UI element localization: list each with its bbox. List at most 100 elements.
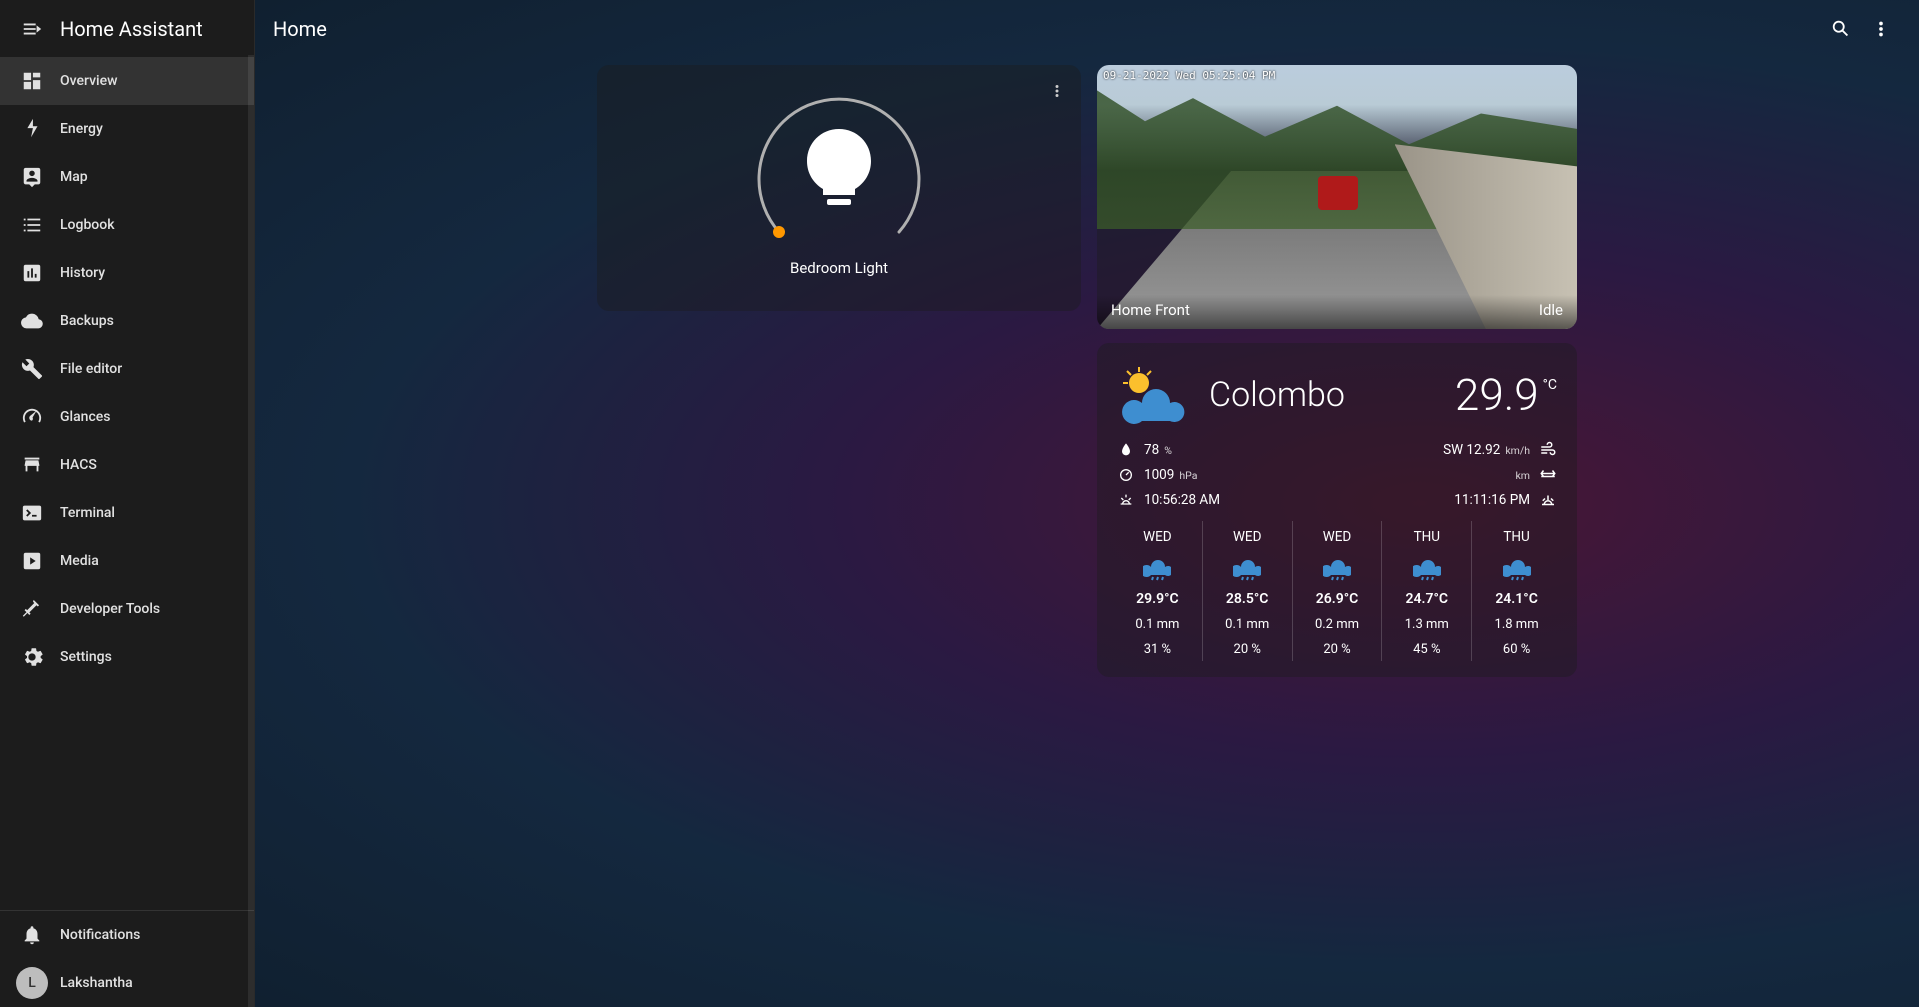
sidebar-item-media[interactable]: Media — [0, 537, 254, 585]
cog-icon — [12, 637, 52, 677]
forecast-day: WED — [1233, 529, 1262, 545]
weather-forecast: WED 29.9°C 0.1 mm 31 % WED 28.5°C 0.1 mm… — [1113, 521, 1561, 661]
sidebar-item-label: Developer Tools — [60, 601, 160, 617]
sidebar-item-overview[interactable]: Overview — [0, 57, 254, 105]
rain-icon — [1323, 555, 1351, 581]
user-avatar-initial: L — [16, 967, 48, 999]
weather-condition-icon — [1117, 365, 1191, 425]
sidebar-item-label: Media — [60, 553, 99, 569]
forecast-high: 26.9°C — [1316, 591, 1359, 607]
forecast-item: WED 26.9°C 0.2 mm 20 % — [1293, 521, 1383, 661]
sidebar-item-settings[interactable]: Settings — [0, 633, 254, 681]
sunrise-icon — [1117, 491, 1135, 509]
dots-vertical-icon — [1048, 82, 1066, 100]
sidebar-item-hacs[interactable]: HACS — [0, 441, 254, 489]
app-title: Home Assistant — [60, 17, 203, 41]
forecast-precip: 0.1 mm — [1135, 617, 1179, 632]
topbar: Home — [255, 0, 1919, 57]
user-name: Lakshantha — [60, 975, 133, 991]
card-menu-button[interactable] — [1041, 75, 1073, 107]
weather-humidity: 78% — [1117, 441, 1220, 459]
sidebar-item-label: Logbook — [60, 217, 115, 233]
weather-temperature-value: 29.9 — [1455, 369, 1539, 421]
search-button[interactable] — [1821, 9, 1861, 49]
sidebar-item-logbook[interactable]: Logbook — [0, 201, 254, 249]
sidebar-item-label: Map — [60, 169, 88, 185]
sidebar: Home Assistant Overview Energy Map Logbo… — [0, 0, 255, 1007]
search-icon — [1830, 18, 1852, 40]
rain-icon — [1413, 555, 1441, 581]
rain-icon — [1233, 555, 1261, 581]
weather-visibility: km — [1519, 466, 1557, 484]
page-title: Home — [273, 17, 327, 41]
weather-meta: 78% 1009hPa 10:56:28 AM — [1113, 441, 1561, 521]
sidebar-item-user[interactable]: L Lakshantha — [0, 959, 254, 1007]
sidebar-item-label: HACS — [60, 457, 97, 473]
wrench-icon — [12, 349, 52, 389]
sidebar-item-backups[interactable]: Backups — [0, 297, 254, 345]
forecast-precip: 1.8 mm — [1495, 617, 1539, 632]
camera-card[interactable]: 09-21-2022 Wed 05:25:04 PM Home Front Id… — [1097, 65, 1577, 329]
camera-footer: Home Front Idle — [1097, 295, 1577, 329]
weather-card[interactable]: Colombo 29.9 °C 78% — [1097, 343, 1577, 677]
person-pin-icon — [12, 157, 52, 197]
wind-icon — [1539, 441, 1557, 459]
sunset-icon — [1539, 491, 1557, 509]
sidebar-item-label: Settings — [60, 649, 112, 665]
forecast-humidity: 31 % — [1144, 642, 1171, 657]
sidebar-item-dev-tools[interactable]: Developer Tools — [0, 585, 254, 633]
sidebar-toggle-button[interactable] — [12, 9, 52, 49]
weather-temperature: 29.9 °C — [1455, 369, 1557, 421]
hammer-icon — [12, 589, 52, 629]
sidebar-list: Overview Energy Map Logbook History Back… — [0, 57, 254, 910]
sidebar-footer: Notifications L Lakshantha — [0, 910, 254, 1007]
sidebar-item-label: Energy — [60, 121, 103, 137]
forecast-humidity: 60 % — [1503, 642, 1530, 657]
play-box-icon — [12, 541, 52, 581]
light-card[interactable]: Bedroom Light — [597, 65, 1081, 311]
avatar: L — [12, 963, 52, 1003]
dashboard-icon — [12, 61, 52, 101]
camera-timestamp: 09-21-2022 Wed 05:25:04 PM — [1103, 69, 1275, 82]
forecast-humidity: 20 % — [1323, 642, 1350, 657]
sidebar-item-glances[interactable]: Glances — [0, 393, 254, 441]
camera-name: Home Front — [1111, 301, 1190, 319]
forecast-day: THU — [1503, 529, 1529, 545]
main: Home — [255, 0, 1919, 1007]
lightbulb-dial-icon — [739, 82, 939, 262]
sidebar-item-label: File editor — [60, 361, 122, 377]
menu-collapse-icon — [21, 18, 43, 40]
light-dial[interactable] — [739, 87, 939, 257]
sidebar-item-energy[interactable]: Energy — [0, 105, 254, 153]
weather-wind: SW 12.92km/h — [1443, 441, 1557, 459]
forecast-day: WED — [1143, 529, 1172, 545]
forecast-item: WED 28.5°C 0.1 mm 20 % — [1203, 521, 1293, 661]
sidebar-item-map[interactable]: Map — [0, 153, 254, 201]
weather-summary: Colombo 29.9 °C — [1113, 359, 1561, 441]
forecast-high: 24.1°C — [1495, 591, 1538, 607]
speedometer-icon — [12, 397, 52, 437]
dashboard-content: Bedroom Light 09-21-2022 Wed 05:25:04 PM — [255, 57, 1919, 1007]
console-icon — [12, 493, 52, 533]
store-icon — [12, 445, 52, 485]
weather-temperature-unit: °C — [1543, 377, 1557, 393]
sidebar-header: Home Assistant — [0, 0, 254, 57]
rain-icon — [1503, 555, 1531, 581]
overflow-menu-button[interactable] — [1861, 9, 1901, 49]
sidebar-item-label: Glances — [60, 409, 110, 425]
forecast-high: 29.9°C — [1136, 591, 1179, 607]
list-icon — [12, 205, 52, 245]
forecast-item: THU 24.1°C 1.8 mm 60 % — [1472, 521, 1561, 661]
sidebar-item-history[interactable]: History — [0, 249, 254, 297]
weather-pressure: 1009hPa — [1117, 466, 1220, 484]
rain-icon — [1143, 555, 1171, 581]
sidebar-item-terminal[interactable]: Terminal — [0, 489, 254, 537]
chart-box-icon — [12, 253, 52, 293]
forecast-precip: 0.1 mm — [1225, 617, 1269, 632]
sidebar-item-notifications[interactable]: Notifications — [0, 911, 254, 959]
sidebar-item-file-editor[interactable]: File editor — [0, 345, 254, 393]
forecast-humidity: 20 % — [1234, 642, 1261, 657]
water-icon — [1117, 441, 1135, 459]
sidebar-item-label: Notifications — [60, 927, 140, 943]
weather-location: Colombo — [1209, 375, 1345, 415]
